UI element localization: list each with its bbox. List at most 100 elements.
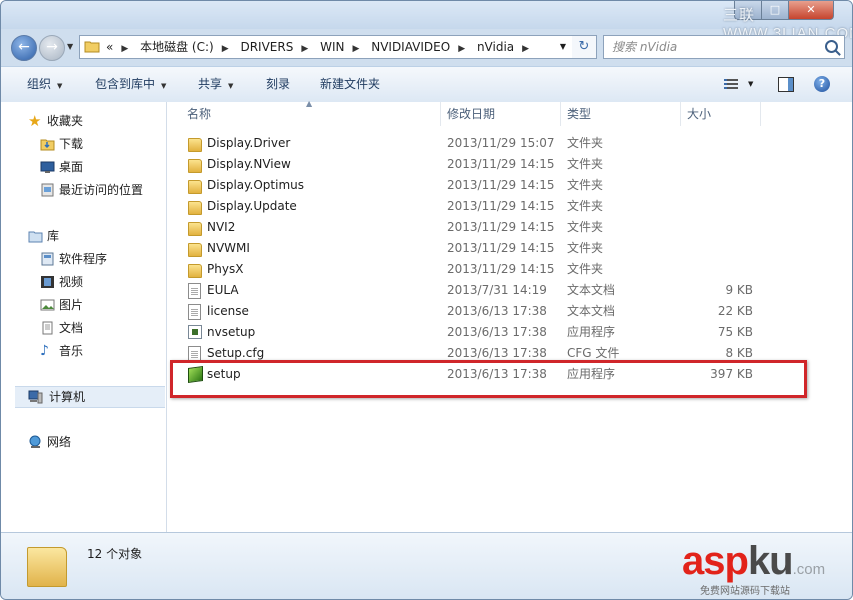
sidebar-computer[interactable]: 计算机 (15, 386, 165, 408)
breadcrumb-nvidiavideo[interactable]: NVIDIAVIDEO (371, 36, 450, 58)
file-type: 文件夹 (567, 136, 604, 150)
sidebar-item-label: 图片 (59, 298, 84, 312)
share-label: 共享 (198, 77, 223, 91)
star-icon: ★ (28, 112, 42, 130)
file-row[interactable]: NVI2 2013/11/29 14:15 文件夹 (167, 217, 852, 238)
file-name: Display.NView (207, 157, 291, 171)
view-options-dropdown[interactable]: ▼ (748, 67, 753, 102)
file-row[interactable]: nvsetup 2013/6/13 17:38 应用程序 75 KB (167, 322, 852, 343)
breadcrumb-separator-icon[interactable]: ▶ (352, 38, 359, 60)
column-header-date[interactable]: 修改日期 (441, 102, 561, 126)
file-modified-date: 2013/11/29 14:15 (447, 220, 555, 234)
picture-icon (40, 299, 55, 311)
file-name: nvsetup (207, 325, 256, 339)
back-button[interactable]: ← (11, 35, 37, 61)
breadcrumb-nvidia[interactable]: nVidia (477, 36, 514, 58)
recent-places-icon (41, 183, 54, 197)
sidebar-computer-label: 计算机 (49, 390, 86, 404)
file-type: 文件夹 (567, 178, 604, 192)
folder-icon (188, 159, 202, 173)
search-icon[interactable] (825, 40, 838, 53)
file-row[interactable]: Display.Update 2013/11/29 14:15 文件夹 (167, 196, 852, 217)
file-modified-date: 2013/11/29 14:15 (447, 199, 555, 213)
file-row[interactable]: license 2013/6/13 17:38 文本文档 22 KB (167, 301, 852, 322)
title-bar: – □ ✕ 三联 WWW.3LIAN.COM (1, 1, 852, 42)
command-bar: 组织 ▼ 包含到库中 ▼ 共享 ▼ 刻录 新建文件夹 ▼ ? (1, 66, 852, 103)
folder-icon (84, 41, 100, 53)
video-icon (41, 276, 54, 288)
burn-button[interactable]: 刻录 (266, 67, 290, 102)
sidebar-item-label: 下载 (59, 137, 84, 151)
file-modified-date: 2013/11/29 14:15 (447, 178, 555, 192)
search-placeholder: 搜索 nVidia (612, 40, 678, 54)
file-row[interactable]: Display.NView 2013/11/29 14:15 文件夹 (167, 154, 852, 175)
breadcrumb-win[interactable]: WIN (320, 36, 344, 58)
breadcrumb-separator-icon[interactable]: ▶ (522, 38, 529, 60)
file-size: 75 KB (717, 325, 753, 339)
file-row[interactable]: Display.Optimus 2013/11/29 14:15 文件夹 (167, 175, 852, 196)
file-modified-date: 2013/6/13 17:38 (447, 325, 547, 339)
desktop-icon (40, 161, 55, 173)
recent-pages-dropdown[interactable]: ▼ (67, 42, 73, 51)
file-size: 9 KB (725, 283, 753, 297)
breadcrumb-separator-icon[interactable]: ▶ (121, 38, 128, 60)
column-header-type[interactable]: 类型 (561, 102, 681, 126)
file-row[interactable]: EULA 2013/7/31 14:19 文本文档 9 KB (167, 280, 852, 301)
sidebar-favorites-label: 收藏夹 (47, 114, 84, 128)
breadcrumb-separator-icon[interactable]: ▶ (222, 38, 229, 60)
column-header-size[interactable]: 大小 (681, 102, 761, 126)
address-history-dropdown[interactable]: ▼ (560, 36, 566, 58)
folder-icon (188, 222, 202, 236)
chevron-down-icon: ▼ (57, 82, 63, 90)
music-note-icon: ♪ (40, 343, 49, 359)
new-folder-button[interactable]: 新建文件夹 (320, 67, 380, 102)
folder-icon (27, 547, 67, 587)
library-icon (28, 231, 43, 243)
explorer-window: – □ ✕ 三联 WWW.3LIAN.COM ← → ▼ « ▶ 本地磁盘 (C:… (0, 0, 853, 600)
sidebar-libraries-label: 库 (47, 229, 60, 243)
organize-menu[interactable]: 组织 ▼ (27, 67, 62, 102)
file-modified-date: 2013/11/29 14:15 (447, 157, 555, 171)
change-view-icon[interactable] (724, 79, 738, 90)
file-type: 文件夹 (567, 220, 604, 234)
breadcrumb-separator-icon[interactable]: ▶ (458, 38, 465, 60)
file-type: 文本文档 (567, 283, 616, 297)
breadcrumb-drivers[interactable]: DRIVERS (240, 36, 293, 58)
file-modified-date: 2013/6/13 17:38 (447, 304, 547, 318)
share-menu[interactable]: 共享 ▼ (198, 67, 233, 102)
forward-button[interactable]: → (39, 35, 65, 61)
file-name: PhysX (207, 262, 244, 276)
include-in-library-menu[interactable]: 包含到库中 ▼ (95, 67, 166, 102)
folder-icon (188, 264, 202, 278)
file-name: Display.Optimus (207, 178, 304, 192)
refresh-button[interactable]: ↻ (572, 35, 597, 59)
text-document-icon (188, 283, 201, 299)
file-row[interactable]: NVWMI 2013/11/29 14:15 文件夹 (167, 238, 852, 259)
help-icon[interactable]: ? (814, 76, 830, 92)
sidebar-item-label: 视频 (59, 275, 84, 289)
file-row[interactable]: Display.Driver 2013/11/29 15:07 文件夹 (167, 133, 852, 154)
folder-icon (188, 243, 202, 257)
include-in-library-label: 包含到库中 (95, 77, 156, 91)
address-bar[interactable]: « ▶ 本地磁盘 (C:) ▶ DRIVERS ▶ WIN ▶ NVIDIAVIDEO ▶… (79, 35, 573, 59)
file-name: license (207, 304, 249, 318)
sidebar-network-label: 网络 (47, 435, 72, 449)
network-icon (29, 435, 41, 448)
sidebar-item-label: 文档 (59, 321, 84, 335)
breadcrumb-overflow[interactable]: « (106, 36, 113, 58)
preview-pane-icon[interactable] (778, 77, 794, 92)
file-type: 文件夹 (567, 157, 604, 171)
chevron-down-icon: ▼ (161, 82, 167, 90)
column-header-name[interactable]: 名称 (167, 102, 441, 126)
breadcrumb-separator-icon[interactable]: ▶ (301, 38, 308, 60)
search-box[interactable]: 搜索 nVidia (603, 35, 845, 59)
file-name: NVI2 (207, 220, 236, 234)
item-count: 12 个对象 (87, 547, 143, 561)
file-name: Display.Driver (207, 136, 291, 150)
file-size: 22 KB (717, 304, 753, 318)
file-modified-date: 2013/11/29 14:15 (447, 262, 555, 276)
application-icon (188, 325, 202, 339)
sidebar-item-label: 软件程序 (59, 252, 108, 266)
breadcrumb-local-disk[interactable]: 本地磁盘 (C:) (140, 36, 214, 58)
file-row[interactable]: PhysX 2013/11/29 14:15 文件夹 (167, 259, 852, 280)
